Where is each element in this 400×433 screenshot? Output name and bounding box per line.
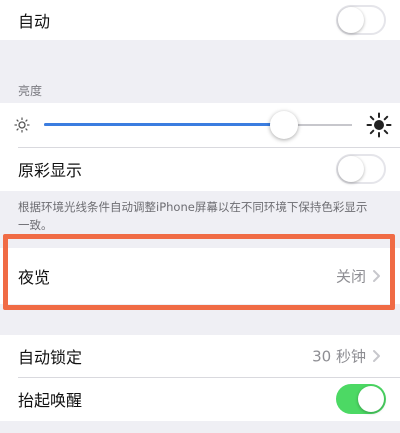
true-tone-label: 原彩显示 — [18, 161, 83, 180]
sun-small-icon — [14, 117, 30, 133]
brightness-thumb[interactable] — [270, 111, 299, 139]
auto-brightness-toggle[interactable] — [336, 5, 386, 35]
auto-lock-label: 自动锁定 — [18, 348, 83, 367]
auto-lock-value: 30 秒钟 — [312, 347, 366, 366]
auto-brightness-row: 自动 — [0, 0, 400, 40]
true-tone-footnote: 根据环境光线条件自动调整iPhone屏幕以在不同环境下保持色彩显示一致。 — [18, 200, 368, 232]
true-tone-toggle[interactable] — [336, 154, 386, 184]
brightness-slider[interactable] — [44, 111, 352, 139]
brightness-fill — [44, 123, 285, 126]
toggle-knob — [338, 156, 364, 182]
separator — [18, 147, 400, 148]
separator — [18, 377, 400, 378]
auto-brightness-label: 自动 — [18, 12, 51, 31]
brightness-slider-row — [0, 103, 400, 147]
highlight-box — [3, 234, 395, 310]
toggle-knob — [338, 7, 364, 33]
auto-lock-row[interactable]: 自动锁定 30 秒钟 — [0, 335, 400, 377]
raise-to-wake-toggle[interactable] — [336, 384, 386, 414]
toggle-knob — [358, 386, 384, 412]
raise-to-wake-label: 抬起唤醒 — [18, 391, 83, 410]
raise-to-wake-row: 抬起唤醒 — [0, 377, 400, 421]
chevron-right-icon — [373, 350, 380, 362]
true-tone-row: 原彩显示 — [0, 147, 400, 191]
sun-large-icon — [366, 112, 392, 138]
brightness-section-header: 亮度 — [18, 84, 43, 98]
